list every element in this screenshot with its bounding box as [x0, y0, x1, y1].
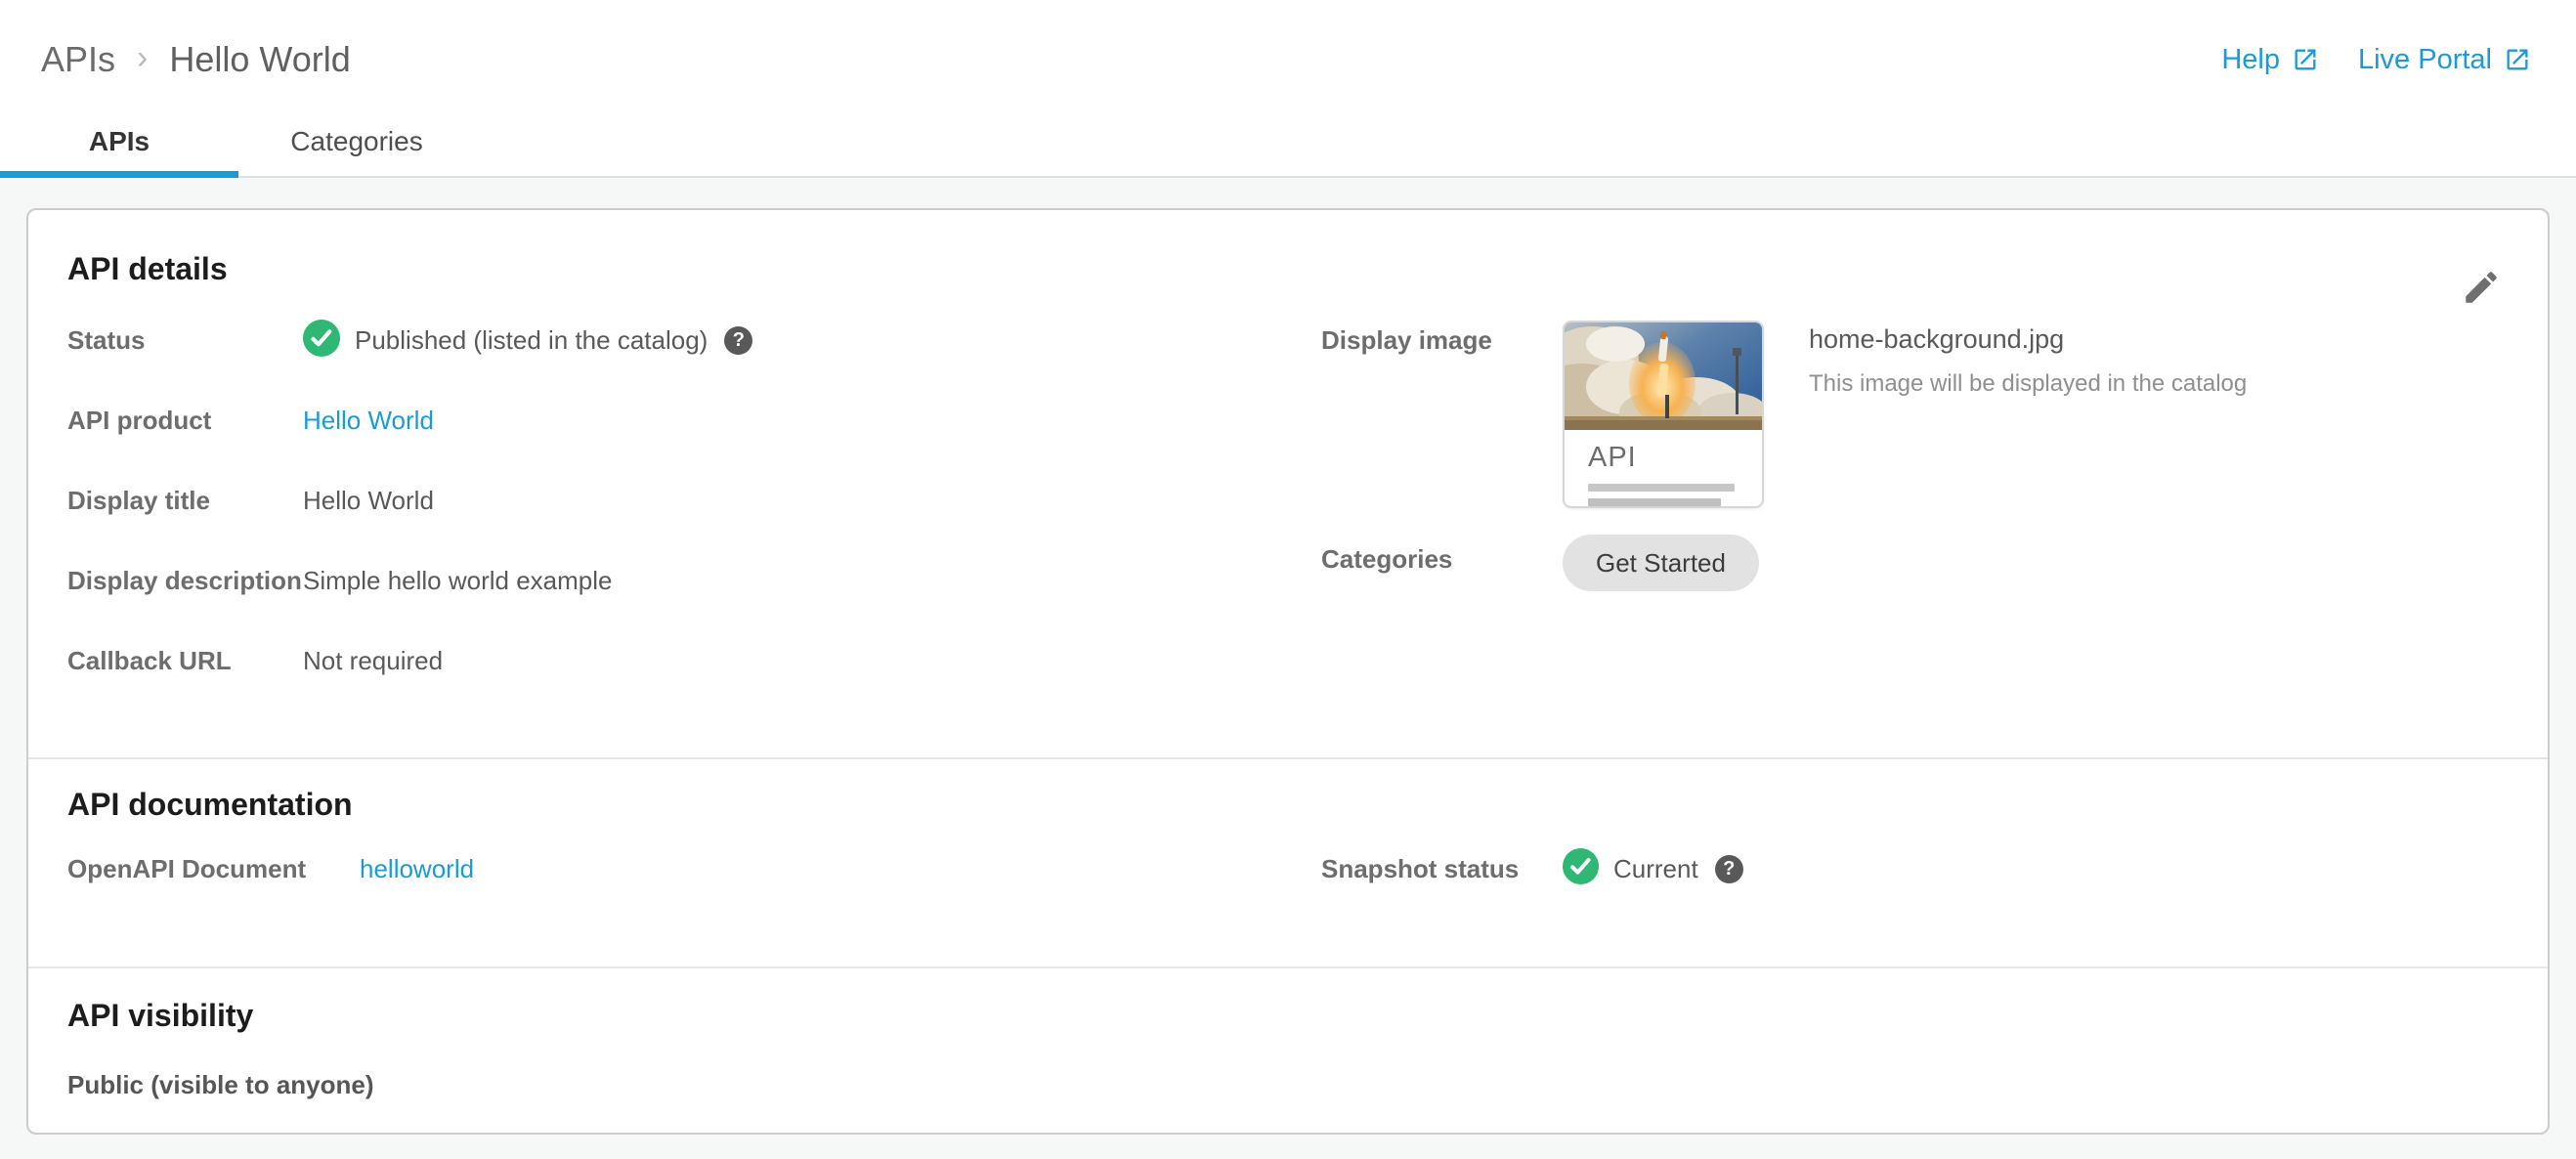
details-left-column: Status Published (listed in the catalog)…	[67, 319, 1321, 721]
documentation-right-column: Snapshot status Current	[1321, 848, 2509, 889]
display-title-row: Display title Hello World	[67, 481, 1321, 520]
callback-url-value: Not required	[303, 645, 444, 675]
tab-categories[interactable]: Categories	[238, 107, 475, 176]
snapshot-status-row: Snapshot status Current	[1321, 848, 2509, 889]
thumbnail-api-caption: API	[1588, 442, 1637, 473]
tab-bar: APIs Categories	[0, 107, 2576, 178]
display-image-row: Display image API home-background.jpg Th…	[1321, 321, 2509, 508]
image-note: This image will be displayed in the cata…	[1809, 370, 2248, 397]
openapi-document-label: OpenAPI Document	[67, 853, 307, 883]
section-title: API documentation	[67, 787, 353, 822]
check-circle-icon	[1563, 848, 1599, 889]
external-link-icon	[2292, 46, 2319, 73]
openapi-document-row: OpenAPI Document helloworld	[67, 849, 1321, 888]
snapshot-status-value: Current	[1613, 853, 1698, 883]
live-portal-link-label: Live Portal	[2357, 43, 2492, 75]
breadcrumb-chevron-icon: ›	[137, 38, 149, 76]
section-title: API details	[67, 251, 228, 286]
breadcrumb-current-page: Hello World	[169, 39, 351, 79]
display-title-value: Hello World	[303, 485, 434, 515]
check-circle-icon	[303, 319, 340, 362]
help-question-icon[interactable]	[1714, 854, 1743, 883]
thumbnail-placeholder-bar	[1588, 484, 1735, 492]
tab-apis[interactable]: APIs	[0, 107, 238, 178]
display-image-meta: home-background.jpg This image will be d…	[1809, 321, 2247, 398]
categories-row: Categories Get Started	[1321, 535, 2509, 591]
section-api-documentation: API documentation OpenAPI Document hello…	[28, 759, 2548, 966]
thumbnail-placeholder-bar	[1588, 498, 1721, 506]
status-label: Status	[67, 324, 146, 355]
section-title: API visibility	[67, 998, 254, 1033]
details-right-column: Display image API home-background.jpg Th…	[1321, 321, 2509, 721]
section-api-details: API details Status Published (listed in …	[28, 210, 2548, 757]
help-question-icon[interactable]	[724, 325, 753, 355]
status-row: Status Published (listed in the catalog)	[67, 319, 1321, 362]
display-description-value: Simple hello world example	[303, 565, 613, 595]
help-link-label: Help	[2221, 43, 2280, 75]
display-title-label: Display title	[67, 485, 210, 515]
openapi-document-link[interactable]: helloworld	[360, 854, 474, 884]
display-description-label: Display description	[67, 565, 302, 595]
api-details-card: API details Status Published (listed in …	[26, 208, 2550, 1135]
display-image-thumbnail: API	[1563, 321, 1764, 508]
display-description-row: Display description Simple hello world e…	[67, 561, 1321, 600]
pencil-icon	[2461, 272, 2502, 311]
documentation-left-column: OpenAPI Document helloworld	[67, 849, 1321, 888]
status-value: Published (listed in the catalog)	[355, 324, 708, 355]
external-link-icon	[2504, 46, 2531, 73]
display-image-label: Display image	[1321, 325, 1492, 355]
callback-url-row: Callback URL Not required	[67, 641, 1321, 680]
snapshot-status-label: Snapshot status	[1321, 853, 1520, 883]
help-link[interactable]: Help	[2221, 44, 2319, 76]
top-header: APIs › Hello World Help Live Portal	[0, 0, 2576, 107]
image-filename: home-background.jpg	[1809, 324, 2065, 354]
edit-button[interactable]	[2460, 267, 2503, 310]
breadcrumb-apis-link[interactable]: APIs	[41, 39, 115, 80]
category-chip: Get Started	[1563, 535, 1759, 591]
visibility-value: Public (visible to anyone)	[67, 1070, 374, 1099]
api-product-label: API product	[67, 405, 212, 435]
rocket-launch-image	[1565, 322, 1762, 430]
api-product-row: API product Hello World	[67, 401, 1321, 440]
live-portal-link[interactable]: Live Portal	[2358, 44, 2531, 76]
top-links: Help Live Portal	[2221, 44, 2531, 76]
callback-url-label: Callback URL	[67, 645, 232, 675]
section-api-visibility: API visibility Public (visible to anyone…	[28, 968, 2548, 1133]
breadcrumb: APIs › Hello World	[41, 39, 351, 81]
api-product-link[interactable]: Hello World	[303, 406, 434, 436]
categories-label: Categories	[1321, 544, 1453, 574]
main-content: API details Status Published (listed in …	[0, 178, 2576, 1159]
